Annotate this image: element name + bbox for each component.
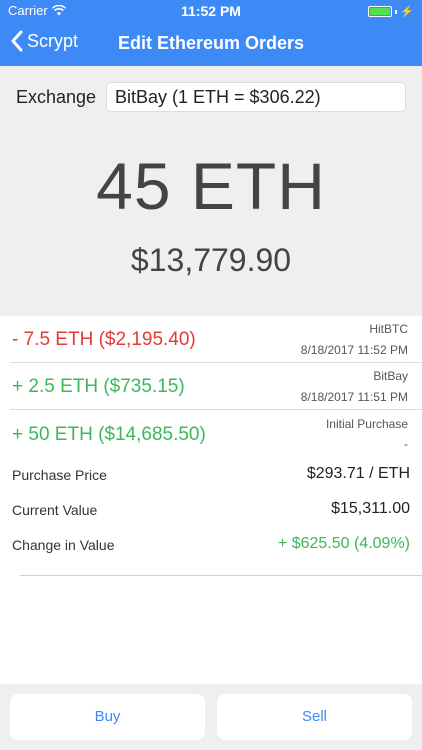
holdings-panel: Exchange BitBay (1 ETH = $306.22) 45 ETH…	[0, 66, 422, 316]
status-bar: Carrier 11:52 PM ⚡	[0, 0, 422, 22]
order-amount: - 7.5 ETH ($2,195.40)	[12, 329, 196, 350]
holding-amount: 45 ETH	[96, 149, 326, 223]
sell-button[interactable]: Sell	[217, 694, 412, 740]
purchase-price-row: Purchase Price $293.71 / ETH	[12, 458, 422, 493]
exchange-label: Exchange	[16, 87, 97, 107]
current-value-row: Current Value $15,311.00	[12, 493, 422, 528]
action-bar: Buy Sell	[0, 684, 422, 750]
initial-date: -	[404, 437, 408, 451]
divider	[20, 575, 422, 576]
orders-list: - 7.5 ETH ($2,195.40) HitBTC 8/18/2017 1…	[0, 316, 422, 410]
initial-amount: + 50 ETH ($14,685.50)	[12, 424, 206, 445]
change-row: Change in Value + $625.50 (4.09%)	[12, 528, 422, 563]
exchange-selector[interactable]: BitBay (1 ETH = $306.22)	[106, 82, 406, 112]
header-bar: Carrier 11:52 PM ⚡ Scrypt Edit Ethereum …	[0, 0, 422, 66]
purchase-price-label: Purchase Price	[12, 467, 107, 483]
order-date: 8/18/2017 11:52 PM	[300, 343, 408, 357]
initial-label: Initial Purchase	[325, 417, 408, 431]
order-amount: + 2.5 ETH ($735.15)	[12, 376, 185, 397]
summary-section: + 50 ETH ($14,685.50) Initial Purchase -…	[0, 410, 422, 563]
page-title: Edit Ethereum Orders	[117, 33, 305, 53]
battery-icon: ⚡	[368, 5, 414, 18]
holding-value: $13,779.90	[130, 242, 292, 278]
order-row[interactable]: - 7.5 ETH ($2,195.40) HitBTC 8/18/2017 1…	[10, 316, 422, 363]
purchase-price-value: $293.71 / ETH	[306, 465, 410, 482]
order-date: 8/18/2017 11:51 PM	[300, 390, 408, 404]
charging-icon: ⚡	[400, 6, 414, 18]
current-value-value: $15,311.00	[331, 500, 410, 517]
change-value: + $625.50 (4.09%)	[277, 535, 410, 552]
change-label: Change in Value	[12, 537, 115, 553]
status-time: 11:52 PM	[181, 3, 241, 19]
order-exchange: BitBay	[373, 369, 408, 383]
current-value-label: Current Value	[12, 502, 98, 518]
order-exchange: HitBTC	[369, 322, 408, 336]
order-row[interactable]: + 2.5 ETH ($735.15) BitBay 8/18/2017 11:…	[10, 363, 422, 410]
initial-purchase-row[interactable]: + 50 ETH ($14,685.50) Initial Purchase -	[10, 410, 422, 458]
buy-button[interactable]: Buy	[10, 694, 205, 740]
navigation-bar: Scrypt Edit Ethereum Orders	[0, 22, 422, 66]
